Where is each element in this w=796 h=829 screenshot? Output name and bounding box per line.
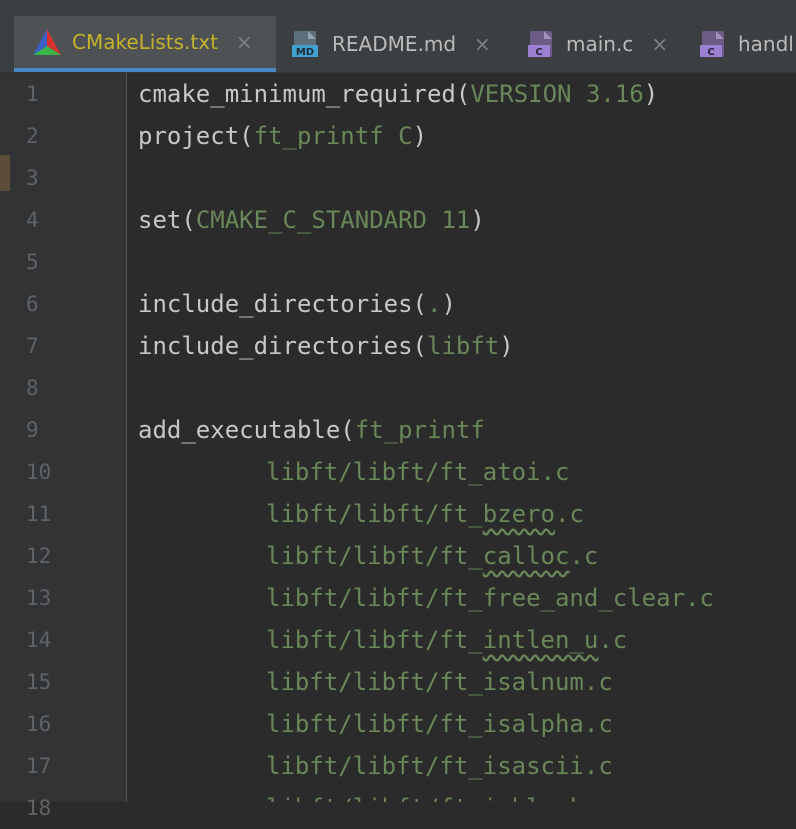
line-number: 2 xyxy=(26,124,39,148)
code-line[interactable]: libft/libft/ft_atoi.c xyxy=(266,451,569,493)
tab-label: CMakeLists.txt xyxy=(72,30,218,54)
line-number: 4 xyxy=(26,208,39,232)
c-file-icon: C xyxy=(700,29,728,59)
open-paren: ( xyxy=(412,290,427,318)
line-number: 1 xyxy=(26,82,39,106)
source-path-suffix: .c xyxy=(598,626,628,654)
close-paren: ) xyxy=(412,122,428,150)
spelling-warning: bzero xyxy=(482,500,555,528)
cmake-command: include_directories xyxy=(138,290,413,318)
command-argument: CMAKE_C_STANDARD 11 xyxy=(195,206,471,234)
code-line[interactable]: include_directories(.) xyxy=(138,283,456,325)
code-line[interactable]: libft/libft/ft_calloc.c xyxy=(266,535,598,577)
cmake-command: project xyxy=(138,122,240,150)
tab-label: main.c xyxy=(566,32,634,56)
tab-handl[interactable]: C handl xyxy=(688,16,796,72)
line-number: 9 xyxy=(26,418,39,442)
source-path: libft/libft/ft_ xyxy=(266,500,483,528)
close-icon[interactable]: × xyxy=(651,32,668,56)
source-path-suffix: .c xyxy=(555,500,584,528)
cmake-command: add_executable xyxy=(138,416,341,444)
code-line[interactable]: libft/libft/ft_free_and_clear.c xyxy=(266,577,714,619)
cmake-command: include_directories xyxy=(138,332,413,360)
code-line[interactable]: cmake_minimum_required(VERSION 3.16) xyxy=(138,73,658,115)
tab-cmakelists[interactable]: CMakeLists.txt × xyxy=(14,16,276,72)
source-path: libft/libft/ft_isalnum.c xyxy=(266,668,613,696)
open-paren: ( xyxy=(239,122,254,150)
tab-label: handl xyxy=(738,32,794,56)
source-path: libft/libft/ft_isalpha.c xyxy=(266,710,613,738)
cmake-command: set xyxy=(138,206,182,234)
open-paren: ( xyxy=(455,80,471,108)
c-file-icon: C xyxy=(528,29,556,59)
cmake-command: cmake_minimum_required xyxy=(138,80,456,108)
command-argument: ft_printf C xyxy=(253,122,413,150)
title-strip xyxy=(0,0,796,16)
code-line[interactable]: libft/libft/ft_isalpha.c xyxy=(266,703,613,745)
line-number: 3 xyxy=(26,166,39,190)
line-number: 16 xyxy=(26,712,52,736)
code-line[interactable]: include_directories(libft) xyxy=(138,325,514,367)
svg-text:C: C xyxy=(535,47,542,58)
close-paren: ) xyxy=(441,290,456,318)
open-paren: ( xyxy=(181,206,196,234)
source-path: libft/libft/ft_free_and_clear.c xyxy=(266,584,714,612)
line-number: 17 xyxy=(26,754,52,778)
code-line[interactable]: libft/libft/ft_bzero.c xyxy=(266,493,584,535)
code-line[interactable]: libft/libft/ft_isalnum.c xyxy=(266,661,613,703)
tab-readme[interactable]: MD README.md × xyxy=(276,16,510,72)
spelling-warning: intlen_u xyxy=(482,626,599,654)
cmake-icon xyxy=(32,28,62,56)
open-paren: ( xyxy=(412,332,427,360)
line-number: 7 xyxy=(26,334,39,358)
line-number: 10 xyxy=(26,460,52,484)
command-argument: ft_printf xyxy=(354,416,485,444)
code-lines[interactable]: cmake_minimum_required(VERSION 3.16) proj… xyxy=(138,73,796,802)
line-number: 6 xyxy=(26,292,39,316)
editor-tab-bar: CMakeLists.txt × MD README.md × C main.c… xyxy=(0,16,796,73)
command-argument: VERSION 3.16 xyxy=(470,80,644,108)
code-line[interactable]: libft/libft/ft_intlen_u.c xyxy=(266,619,627,661)
close-icon[interactable]: × xyxy=(474,32,491,56)
source-path: libft/libft/ft_ xyxy=(266,626,483,654)
line-number: 15 xyxy=(26,670,52,694)
source-path-suffix: .c xyxy=(569,542,599,570)
close-icon[interactable]: × xyxy=(236,30,253,54)
line-number: 13 xyxy=(26,586,52,610)
command-argument: libft xyxy=(427,332,500,360)
line-number: 14 xyxy=(26,628,52,652)
svg-text:C: C xyxy=(707,47,714,58)
tab-main-c[interactable]: C main.c × xyxy=(510,16,688,72)
line-number: 8 xyxy=(26,376,39,400)
code-line[interactable]: project(ft_printf C) xyxy=(138,115,427,157)
spelling-warning: calloc xyxy=(482,542,570,570)
line-number: 12 xyxy=(26,544,52,568)
code-line[interactable]: libft/libft/ft_isascii.c xyxy=(266,745,613,787)
source-path: libft/libft/ft_atoi.c xyxy=(266,458,570,486)
source-path: libft/libft/ft_isascii.c xyxy=(266,752,613,780)
line-number: 5 xyxy=(26,250,39,274)
markdown-file-icon: MD xyxy=(292,29,322,59)
code-line[interactable]: add_executable(ft_printf xyxy=(138,409,485,451)
close-paren: ) xyxy=(643,80,659,108)
svg-text:MD: MD xyxy=(296,47,314,58)
code-line[interactable]: set(CMAKE_C_STANDARD 11) xyxy=(138,199,485,241)
source-path: libft/libft/ft_ xyxy=(266,542,483,570)
close-paren: ) xyxy=(470,206,485,234)
code-line[interactable]: libft/libft/ft_isblank.c xyxy=(266,787,613,802)
change-marker xyxy=(0,155,10,191)
source-path: libft/libft/ft_isblank.c xyxy=(266,794,613,802)
close-paren: ) xyxy=(499,332,514,360)
command-argument: . xyxy=(427,290,442,318)
tab-label: README.md xyxy=(332,32,457,56)
line-number: 11 xyxy=(26,502,52,526)
open-paren: ( xyxy=(340,416,355,444)
line-number: 18 xyxy=(26,796,52,820)
